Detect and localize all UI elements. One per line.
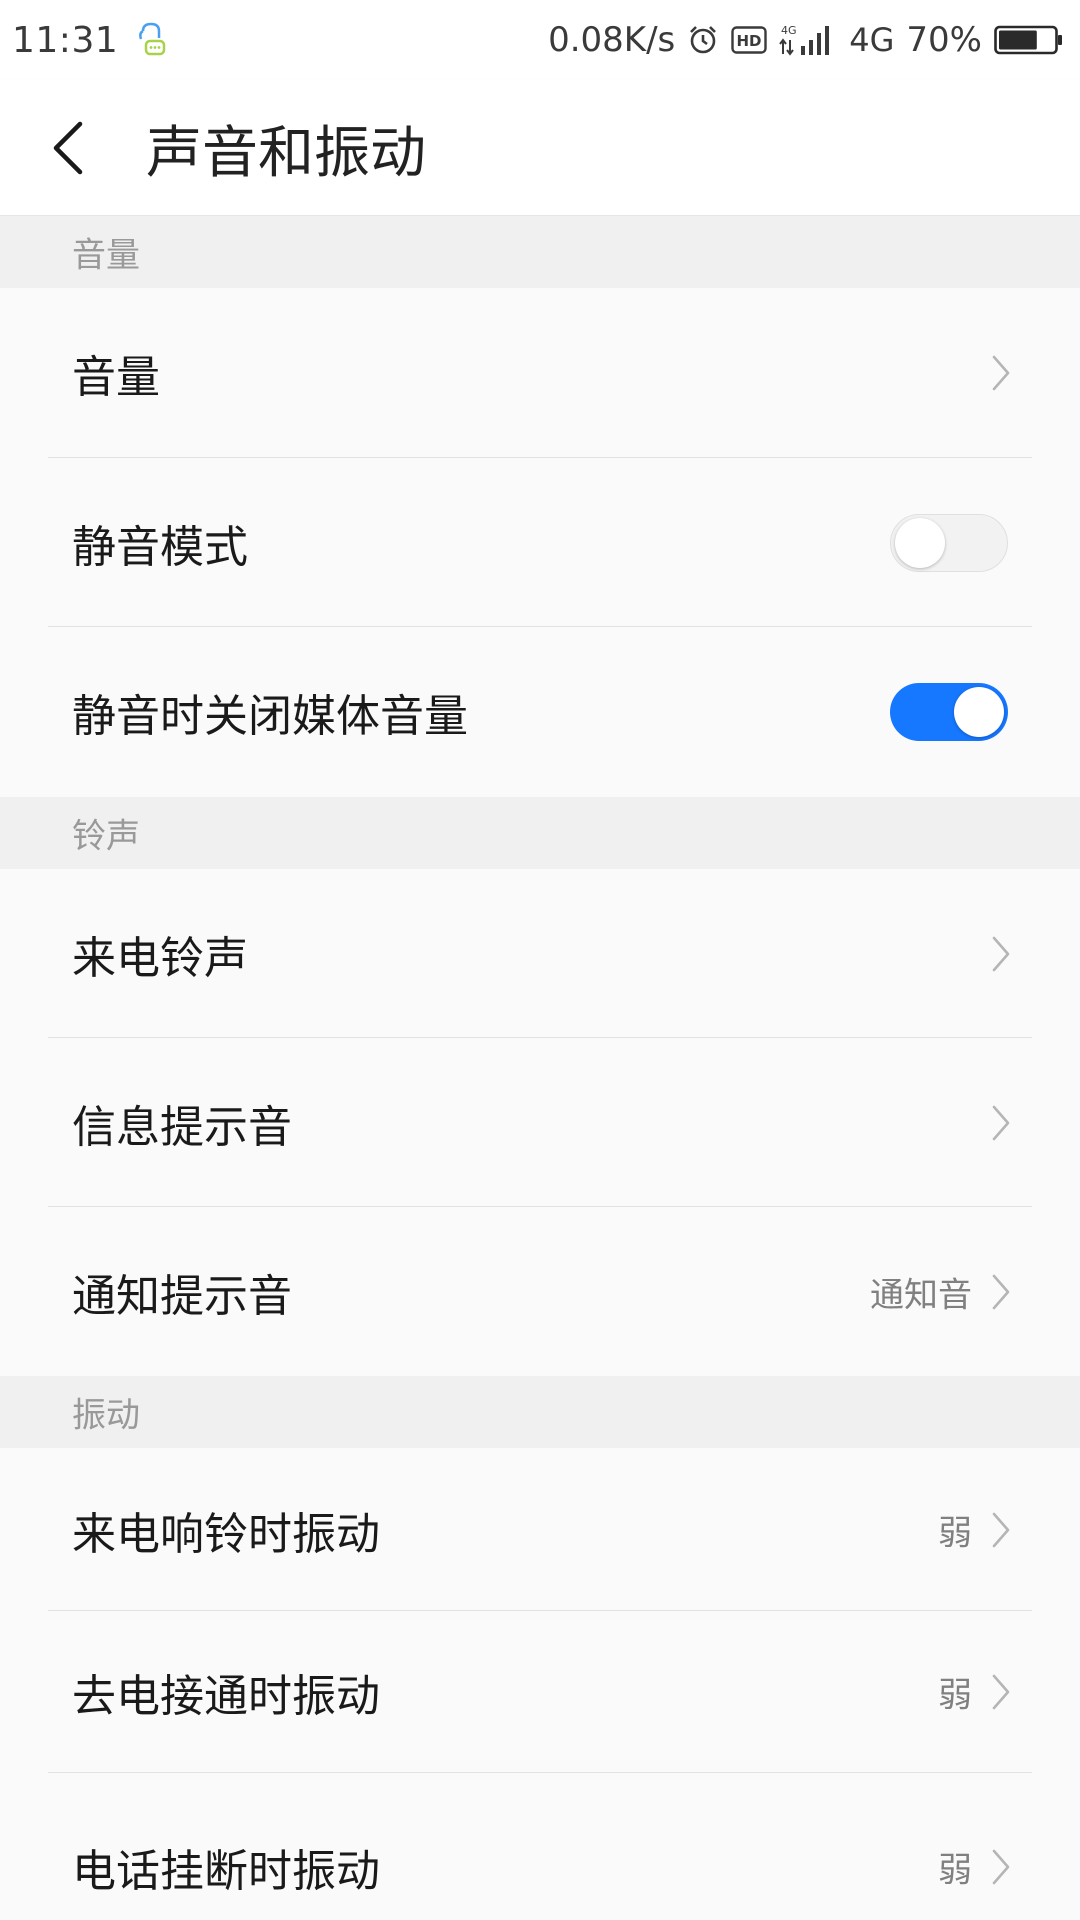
mute-media-toggle[interactable]: [890, 683, 1008, 741]
toggle-knob: [895, 517, 945, 568]
settings-row-notification-tone[interactable]: 通知提示音 通知音: [0, 1207, 1080, 1376]
chevron-right-icon: [990, 1272, 1012, 1312]
row-label: 通知提示音: [72, 1270, 292, 1322]
chat-bubble-icon: [134, 21, 168, 59]
hd-icon: HD: [731, 26, 767, 54]
back-button[interactable]: [38, 114, 98, 182]
alarm-clock-icon: [687, 24, 719, 56]
network-type: 4G: [849, 21, 895, 59]
settings-row-vibrate-on-outgoing-connect[interactable]: 去电接通时振动 弱: [0, 1611, 1080, 1773]
row-label: 信息提示音: [72, 1101, 292, 1153]
network-speed: 0.08K/s: [548, 20, 676, 60]
row-value: 弱: [938, 1513, 972, 1553]
settings-row-mute-media-when-silent[interactable]: 静音时关闭媒体音量: [0, 627, 1080, 797]
status-bar: 11:31 0.08K/s HD 4G 4G 70%: [0, 0, 1080, 80]
row-label: 电话挂断时振动: [72, 1846, 380, 1898]
row-label: 来电铃声: [72, 932, 248, 984]
row-value: 弱: [938, 1675, 972, 1716]
chevron-right-icon: [990, 1103, 1012, 1143]
chevron-right-icon: [990, 1847, 1012, 1887]
settings-row-call-ringtone[interactable]: 来电铃声: [0, 869, 1080, 1038]
row-value: 通知音: [870, 1275, 972, 1315]
chevron-left-icon: [53, 121, 83, 175]
page-title: 声音和振动: [146, 120, 426, 186]
row-label: 来电响铃时振动: [72, 1508, 380, 1560]
chevron-right-icon: [990, 1672, 1012, 1712]
chevron-right-icon: [990, 1510, 1012, 1550]
battery-percent: 70%: [906, 20, 982, 60]
status-bar-left: 11:31: [12, 0, 168, 80]
section-header-vibration: 振动: [0, 1376, 1080, 1448]
row-value: 弱: [938, 1850, 972, 1891]
status-time: 11:31: [12, 19, 119, 61]
section-header-label: 振动: [72, 1395, 140, 1436]
settings-row-vibrate-on-hangup[interactable]: 电话挂断时振动 弱: [0, 1773, 1080, 1920]
toggle-knob: [954, 687, 1004, 737]
battery-icon: [994, 24, 1064, 56]
settings-row-silent-mode[interactable]: 静音模式: [0, 458, 1080, 627]
section-header-label: 铃声: [72, 816, 140, 857]
row-label: 音量: [72, 352, 160, 403]
row-label: 静音模式: [72, 521, 248, 573]
row-label: 静音时关闭媒体音量: [72, 691, 468, 742]
section-header-ringtone: 铃声: [0, 797, 1080, 869]
section-header-label: 音量: [72, 235, 140, 276]
hd-label: HD: [737, 32, 762, 50]
app-bar: 声音和振动: [0, 80, 1080, 216]
cell-signal-icon: 4G: [779, 22, 837, 58]
chevron-right-icon: [990, 353, 1012, 393]
settings-row-vibrate-on-ring[interactable]: 来电响铃时振动 弱: [0, 1448, 1080, 1611]
row-label: 去电接通时振动: [72, 1671, 380, 1722]
status-bar-right: 0.08K/s HD 4G 4G 70%: [548, 0, 1064, 80]
settings-row-volume[interactable]: 音量: [0, 288, 1080, 458]
settings-row-message-tone[interactable]: 信息提示音: [0, 1038, 1080, 1207]
section-header-volume: 音量: [0, 216, 1080, 288]
silent-mode-toggle[interactable]: [890, 513, 1008, 572]
signal-label: 4G: [781, 24, 797, 37]
chevron-right-icon: [990, 934, 1012, 974]
